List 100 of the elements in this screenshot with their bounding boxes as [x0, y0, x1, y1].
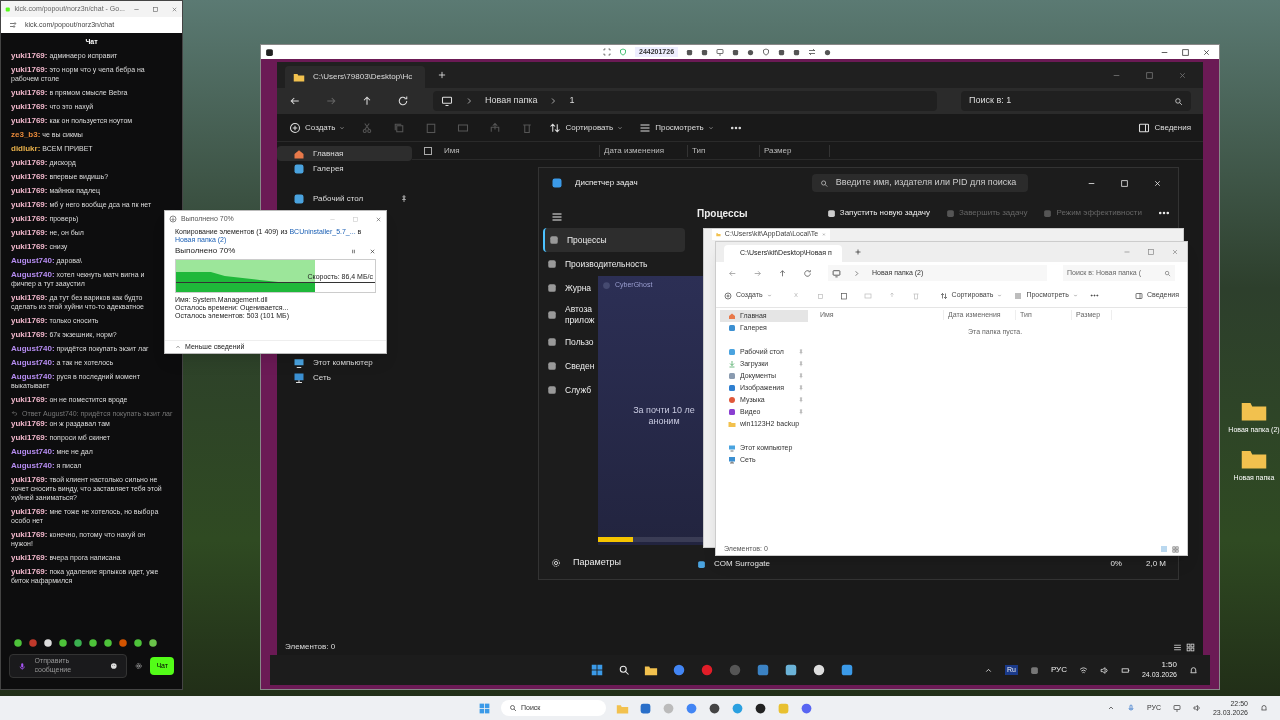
nav-item[interactable]: Журна	[543, 276, 597, 300]
column-header[interactable]: Имя	[440, 144, 600, 157]
nav-item[interactable]: Сеть	[277, 370, 412, 385]
nav-item[interactable]: Этот компьютер	[277, 355, 412, 370]
plus-icon	[854, 248, 862, 256]
maximize-icon	[152, 5, 159, 13]
rename-icon	[863, 291, 872, 300]
column-header[interactable]: Дата изменения	[600, 144, 688, 157]
folder-icon	[293, 71, 305, 83]
emoji-icon	[110, 662, 118, 670]
forward-arrow-icon	[753, 268, 762, 278]
fullscreen-icon	[603, 48, 611, 56]
network-icon	[728, 456, 736, 464]
copy-icon	[393, 121, 406, 134]
home-icon	[728, 312, 736, 320]
caret-down-icon	[339, 124, 346, 131]
address-bar[interactable]: Новая папка 1	[433, 91, 937, 111]
nav-item[interactable]: Рабочий стол	[277, 191, 412, 206]
plus-circle-icon	[289, 121, 301, 134]
pause-button[interactable]	[350, 247, 357, 255]
up-arrow-icon	[361, 95, 373, 107]
close-icon	[369, 247, 376, 255]
caret-down-icon	[617, 124, 624, 131]
clock-time[interactable]: 1:50	[1161, 660, 1177, 670]
nav-item[interactable]: Галерея	[277, 161, 412, 176]
pin-icon	[798, 349, 804, 355]
folder-icon	[728, 420, 736, 428]
maximize-icon	[1147, 248, 1155, 256]
nav-item[interactable]: Служб	[543, 378, 597, 402]
caret-down-icon	[707, 124, 714, 131]
column-header[interactable]: Тип	[688, 144, 760, 157]
speaker-icon	[1192, 704, 1201, 712]
cancel-button[interactable]	[369, 247, 376, 255]
speaker-icon	[1099, 665, 1109, 675]
pin-icon	[798, 361, 804, 367]
maximize-icon	[1120, 178, 1129, 188]
reply-arrow-icon	[11, 410, 18, 417]
folder-icon	[716, 230, 721, 239]
new-tab-button[interactable]	[854, 248, 862, 256]
menu-icon	[551, 211, 563, 223]
details-button[interactable]: Сведения	[1138, 121, 1191, 134]
view-button[interactable]: Просмотреть	[639, 121, 714, 134]
nav-item[interactable]: Пользо	[543, 330, 597, 354]
windows-logo-icon	[478, 701, 491, 715]
chevron-up-icon	[1106, 704, 1115, 712]
cut-icon	[791, 291, 800, 300]
caret-down-icon	[1072, 293, 1078, 298]
explorer-tab[interactable]: C:\Users\79803\Desktop\Нс	[285, 66, 425, 88]
search-field[interactable]: Поиск в: 1	[961, 91, 1191, 111]
breadcrumb-item[interactable]: Новая папка	[485, 94, 538, 108]
battery-icon	[1120, 665, 1130, 675]
wifi-icon	[1078, 665, 1088, 675]
cpu-cell: 0%	[1110, 558, 1122, 570]
nav-item[interactable]: Производительность	[543, 252, 685, 276]
plus-circle-icon	[724, 291, 732, 300]
search-icon	[1164, 269, 1171, 277]
language-indicator[interactable]: РУС	[1050, 664, 1067, 676]
cut-icon	[361, 121, 374, 134]
monitor-icon	[716, 48, 725, 56]
sort-icon	[549, 121, 562, 134]
settings-icon	[551, 558, 561, 568]
select-all-checkbox[interactable]	[424, 146, 432, 155]
pin-icon	[400, 194, 408, 203]
create-button[interactable]: Создать	[289, 121, 346, 134]
splash-text: За почти 10 ле аноним	[632, 404, 696, 427]
nav-item[interactable]: Процессы	[543, 228, 685, 252]
column-header[interactable]: Размер	[760, 144, 830, 157]
search-field[interactable]: Введите имя, издателя или PID для поиска	[811, 174, 1028, 192]
sort-icon	[939, 291, 948, 300]
nav-item[interactable]: Главная	[277, 146, 412, 161]
sort-button[interactable]: Сортировать	[549, 121, 624, 134]
computer-icon	[293, 356, 305, 369]
network-icon	[293, 371, 305, 384]
status-text: Элементов: 0	[285, 641, 336, 653]
maximize-icon	[1181, 47, 1190, 57]
computer-icon	[728, 444, 736, 452]
close-icon	[1153, 178, 1162, 188]
close-icon	[1202, 47, 1211, 57]
nav-item[interactable]: Сведен	[543, 354, 597, 378]
nav-item[interactable]: Автоза прилож	[543, 300, 597, 330]
grid-icon	[1172, 545, 1179, 553]
task-action-button[interactable]: Запустить новую задачу	[826, 207, 930, 219]
shield-icon	[619, 48, 627, 56]
close-icon	[1178, 70, 1187, 80]
forward-arrow-icon	[325, 95, 337, 107]
close-icon	[1171, 248, 1179, 256]
refresh-icon	[803, 268, 812, 278]
settings-nav-item[interactable]: Параметры	[543, 551, 685, 575]
search-icon	[819, 178, 828, 188]
plus-icon	[437, 70, 447, 80]
search-icon	[1174, 96, 1183, 106]
monitor-icon	[832, 268, 841, 278]
breadcrumb-item[interactable]: 1	[569, 94, 575, 108]
maximize-icon	[1145, 70, 1154, 80]
window-title: Диспетчер задач	[575, 177, 638, 189]
caret-down-icon	[997, 293, 1003, 298]
pin-icon	[798, 397, 804, 403]
grid-icon	[1186, 642, 1195, 652]
bell-icon	[1260, 704, 1268, 712]
settings-icon	[135, 662, 143, 670]
